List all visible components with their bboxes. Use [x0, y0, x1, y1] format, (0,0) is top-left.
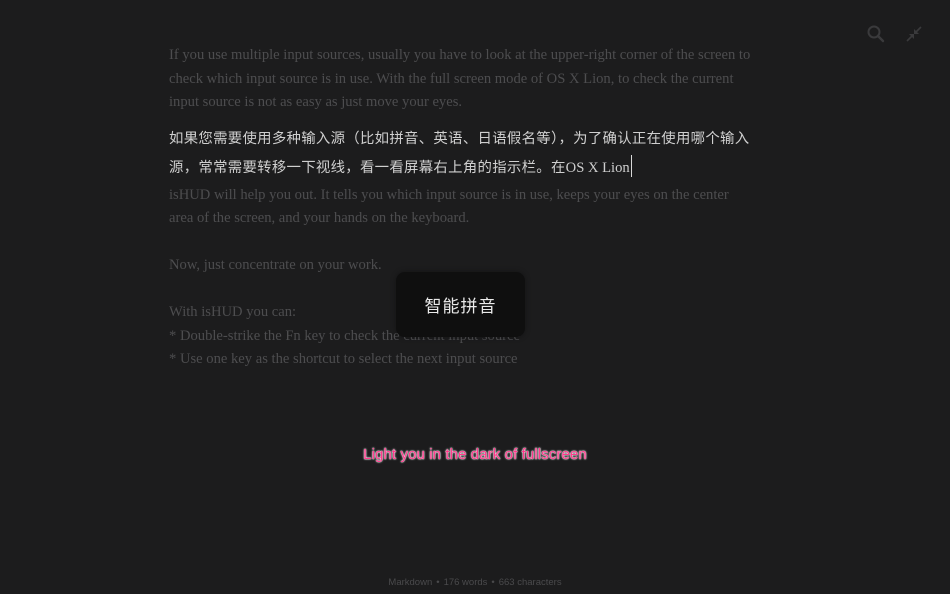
status-mode[interactable]: Markdown — [388, 577, 432, 588]
status-word-count: 176 words — [443, 577, 488, 588]
intro-line-2: check which input source is in use. With… — [169, 70, 734, 87]
input-source-hud: 智能拼音 — [396, 272, 525, 337]
feature-list-heading: With isHUD you can: — [169, 304, 297, 320]
feature-list-item: * Use one key as the shortcut to select … — [169, 351, 518, 367]
status-bar: Markdown • 176 words • 663 characters — [0, 577, 950, 588]
input-source-label: 智能拼音 — [424, 297, 497, 317]
tagline: Light you in the dark of fullscreen — [363, 446, 587, 463]
window-controls — [866, 24, 924, 44]
text-cursor — [630, 154, 632, 177]
active-line-1: 如果您需要使用多种输入源（比如拼音、英语、日语假名等），为了确认正在使用哪个输入 — [169, 130, 750, 147]
intro-paragraph: If you use multiple input sources, usual… — [169, 44, 789, 115]
ishud-paragraph: isHUD will help you out. It tells you wh… — [169, 184, 789, 231]
intro-line-3: input source is not as easy as just move… — [169, 94, 463, 110]
ishud-line-1: isHUD will help you out. It tells you wh… — [169, 186, 729, 203]
active-paragraph[interactable]: 如果您需要使用多种输入源（比如拼音、英语、日语假名等），为了确认正在使用哪个输入… — [169, 125, 789, 183]
status-separator: • — [436, 577, 440, 588]
search-icon[interactable] — [866, 24, 886, 44]
exit-fullscreen-icon[interactable] — [904, 24, 924, 44]
ishud-line-2: area of the screen, and your hands on th… — [169, 210, 470, 226]
status-separator: • — [491, 577, 495, 588]
active-line-2-latin: OS X Lion — [565, 159, 630, 176]
intro-line-1: If you use multiple input sources, usual… — [169, 47, 751, 63]
status-character-count: 663 characters — [498, 577, 562, 588]
active-line-2: 源，常常需要转移一下视线，看一看屏幕右上角的指示栏。在 — [169, 159, 566, 176]
